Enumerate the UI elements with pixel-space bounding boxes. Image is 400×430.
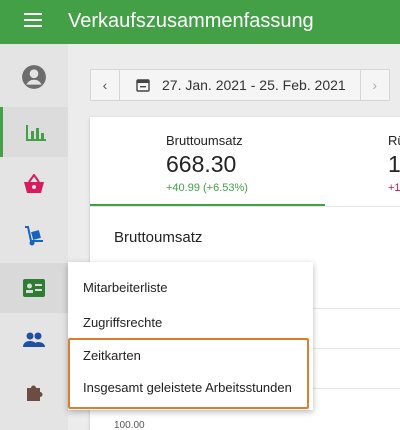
date-range-label: 27. Jan. 2021 - 25. Feb. 2021 [162, 77, 346, 93]
previous-period-button[interactable]: ‹ [90, 69, 120, 101]
employee-card-icon [23, 279, 45, 297]
axis-label: 100.00 [114, 420, 145, 430]
hand-truck-icon [25, 226, 43, 246]
metric-value: 668.30 [166, 151, 237, 177]
shopping-basket-icon [24, 174, 44, 193]
sidebar-item-items[interactable] [0, 159, 68, 209]
menu-item-employee-list[interactable]: Mitarbeiterliste [83, 280, 168, 295]
menu-item-access-rights[interactable]: Zugriffsrechte [83, 315, 162, 330]
divider [90, 206, 400, 207]
puzzle-piece-icon [27, 385, 43, 401]
sidebar [0, 44, 69, 430]
date-range-button[interactable]: 27. Jan. 2021 - 25. Feb. 2021 [120, 69, 360, 101]
metric-refunds[interactable]: Rü 1 +1 [388, 133, 400, 194]
people-icon [23, 332, 45, 347]
highlight-box [68, 338, 309, 409]
account-circle-icon [22, 65, 46, 89]
sidebar-item-account[interactable] [0, 52, 68, 102]
bar-chart-icon [25, 125, 46, 141]
page-title: Verkaufszusammenfassung [68, 10, 314, 32]
sidebar-item-customers[interactable] [0, 315, 68, 365]
date-range-selector: ‹ 27. Jan. 2021 - 25. Feb. 2021 › [90, 69, 390, 101]
metric-value: 1 [388, 151, 400, 177]
metric-change: +40.99 (+6.53%) [166, 182, 248, 194]
metric-label: Bruttoumsatz [166, 133, 243, 148]
app-bar: Verkaufszusammenfassung [0, 0, 400, 44]
metric-gross-sales[interactable]: Bruttoumsatz 668.30 +40.99 (+6.53%) [166, 133, 248, 194]
next-period-button[interactable]: › [359, 69, 390, 101]
sidebar-item-integrations[interactable] [0, 367, 68, 417]
chart-title: Bruttoumsatz [114, 229, 203, 246]
sidebar-item-inventory[interactable] [0, 211, 68, 261]
sidebar-item-sales[interactable] [0, 107, 68, 157]
menu-icon[interactable] [24, 13, 42, 31]
calendar-icon [136, 79, 150, 92]
sidebar-item-employees[interactable] [0, 263, 68, 313]
metric-label: Rü [388, 133, 400, 148]
metric-change: +1 [388, 182, 400, 194]
